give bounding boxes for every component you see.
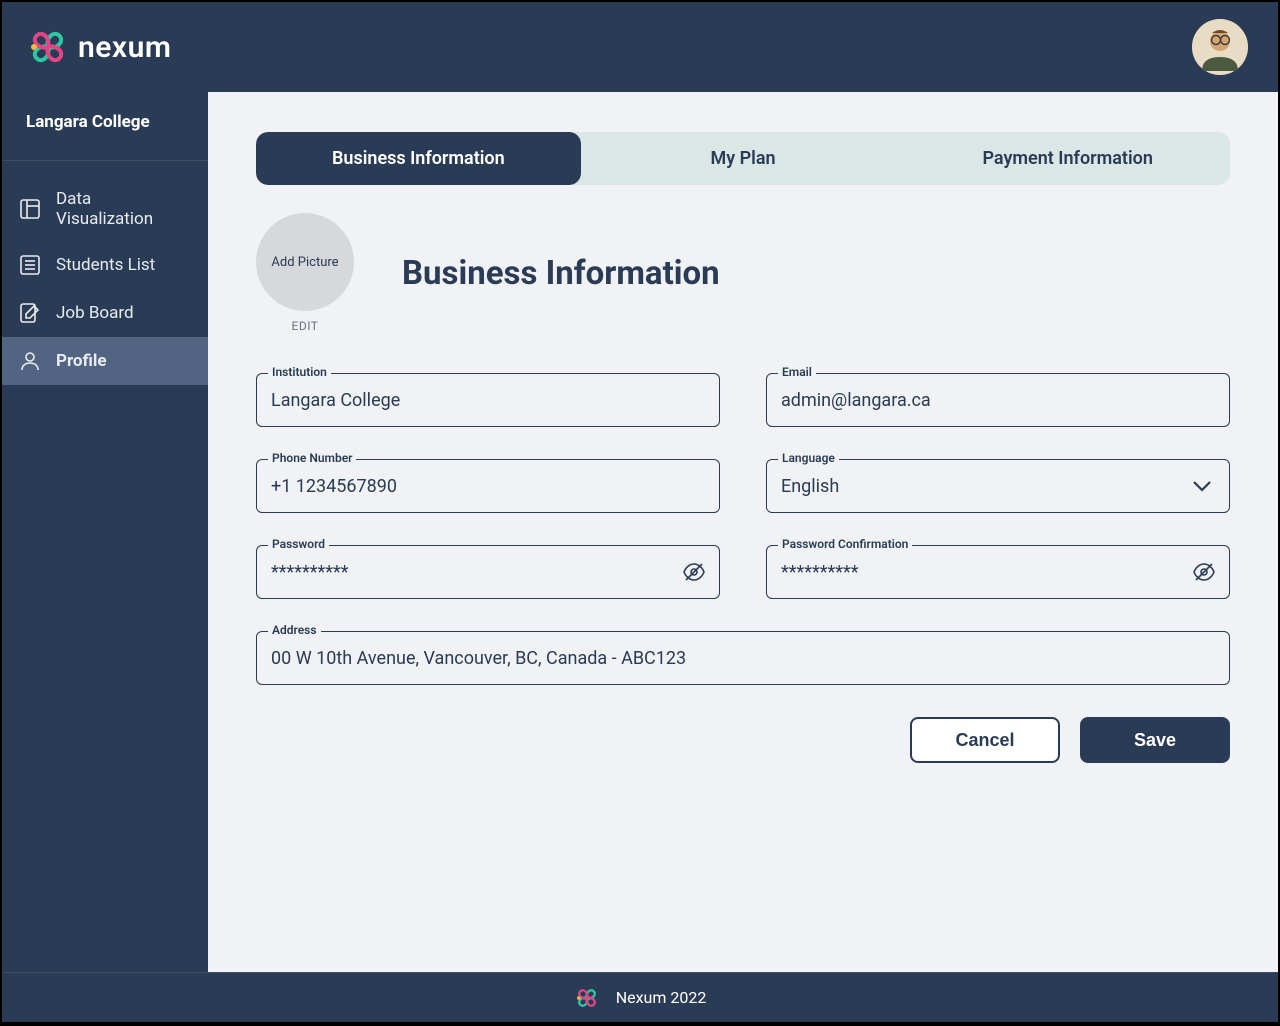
field-label: Password Confirmation: [778, 537, 912, 551]
sidebar-item-students-list[interactable]: Students List: [2, 241, 208, 289]
language-select[interactable]: [766, 459, 1230, 513]
sidebar-item-label: Profile: [56, 351, 107, 371]
field-address: Address: [256, 631, 1230, 685]
field-label: Email: [778, 365, 816, 379]
sidebar-item-job-board[interactable]: Job Board: [2, 289, 208, 337]
field-label: Language: [778, 451, 839, 465]
tabs: Business Information My Plan Payment Inf…: [256, 132, 1230, 185]
org-name: Langara College: [2, 92, 208, 161]
page-title: Business Information: [402, 254, 720, 293]
logo-icon: [574, 985, 600, 1011]
footer-text: Nexum 2022: [616, 988, 707, 1007]
tab-business-information[interactable]: Business Information: [256, 132, 581, 185]
tab-payment-information[interactable]: Payment Information: [905, 132, 1230, 185]
eye-off-icon[interactable]: [1192, 560, 1216, 584]
eye-off-icon[interactable]: [682, 560, 706, 584]
field-language: Language: [766, 459, 1230, 513]
phone-input[interactable]: [256, 459, 720, 513]
email-input[interactable]: [766, 373, 1230, 427]
nav: Data Visualization Students List Job Boa…: [2, 161, 208, 385]
sidebar-item-label: Students List: [56, 255, 155, 275]
sidebar-item-label: Job Board: [56, 303, 134, 323]
field-label: Address: [268, 623, 321, 637]
institution-input[interactable]: [256, 373, 720, 427]
password-input[interactable]: [256, 545, 720, 599]
logo-icon: [26, 25, 70, 69]
field-label: Password: [268, 537, 329, 551]
save-button[interactable]: Save: [1080, 717, 1230, 763]
field-phone: Phone Number: [256, 459, 720, 513]
tab-my-plan[interactable]: My Plan: [581, 132, 906, 185]
add-picture-button[interactable]: Add Picture: [256, 213, 354, 311]
sidebar-item-data-visualization[interactable]: Data Visualization: [2, 177, 208, 241]
header: nexum: [2, 2, 1278, 92]
password-confirm-input[interactable]: [766, 545, 1230, 599]
field-label: Institution: [268, 365, 331, 379]
sidebar-item-profile[interactable]: Profile: [2, 337, 208, 385]
edit-icon: [18, 301, 42, 325]
brand-logo: nexum: [26, 25, 171, 69]
footer: Nexum 2022: [2, 972, 1278, 1022]
sidebar: Langara College Data Visualization Stude…: [2, 92, 208, 972]
main-content: Business Information My Plan Payment Inf…: [208, 92, 1278, 972]
address-input[interactable]: [256, 631, 1230, 685]
brand-name: nexum: [78, 30, 171, 65]
cancel-button[interactable]: Cancel: [910, 717, 1060, 763]
sidebar-item-label: Data Visualization: [56, 189, 192, 229]
user-icon: [18, 349, 42, 373]
field-institution: Institution: [256, 373, 720, 427]
layout-icon: [18, 197, 42, 221]
user-avatar[interactable]: [1192, 19, 1248, 75]
field-password-confirm: Password Confirmation: [766, 545, 1230, 599]
list-icon: [18, 253, 42, 277]
field-label: Phone Number: [268, 451, 356, 465]
field-email: Email: [766, 373, 1230, 427]
edit-picture-link[interactable]: EDIT: [292, 319, 319, 333]
field-password: Password: [256, 545, 720, 599]
